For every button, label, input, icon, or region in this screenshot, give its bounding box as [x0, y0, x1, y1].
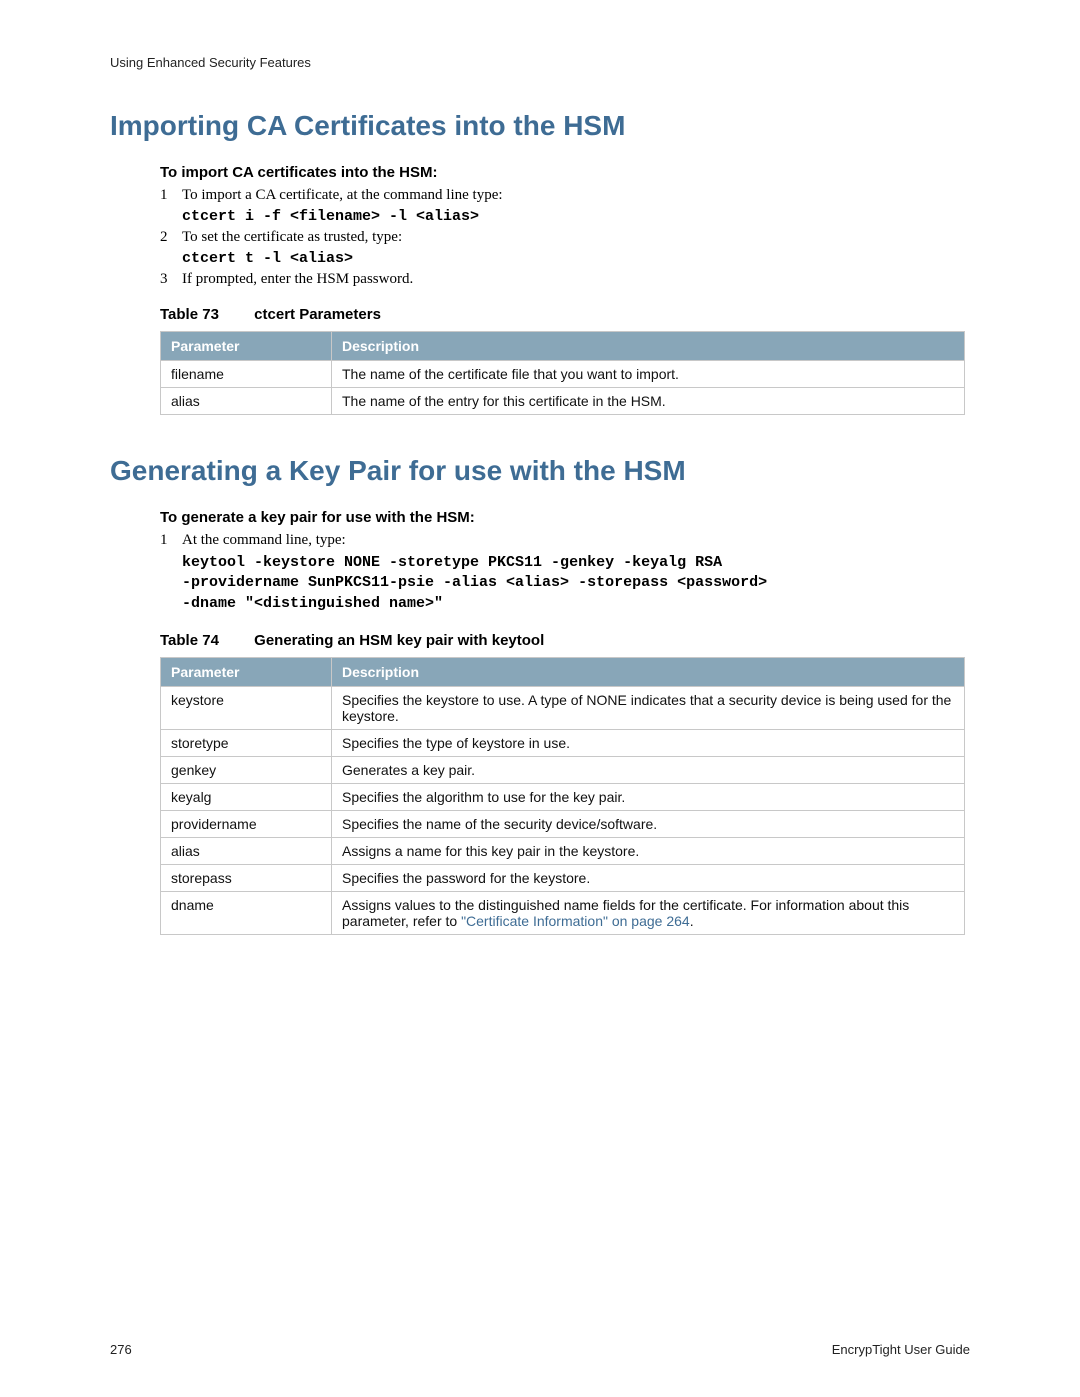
page: Using Enhanced Security Features Importi… — [0, 0, 1080, 1397]
th-parameter: Parameter — [161, 332, 332, 361]
cell-desc: Generates a key pair. — [332, 756, 965, 783]
section-heading-generating: Generating a Key Pair for use with the H… — [110, 455, 970, 487]
cell-param: dname — [161, 891, 332, 934]
cell-param: filename — [161, 361, 332, 388]
cell-desc: The name of the entry for this certifica… — [332, 388, 965, 415]
running-header: Using Enhanced Security Features — [110, 55, 970, 70]
th-parameter: Parameter — [161, 657, 332, 686]
table-title: Generating an HSM key pair with keytool — [254, 632, 544, 649]
table-row: storepass Specifies the password for the… — [161, 864, 965, 891]
code-ctcert-import: ctcert i -f <filename> -l <alias> — [182, 208, 970, 225]
page-number: 276 — [110, 1342, 132, 1357]
cross-reference-link[interactable]: "Certificate Information" on page 264 — [461, 913, 690, 929]
cell-desc: The name of the certificate file that yo… — [332, 361, 965, 388]
step-3: 3 If prompted, enter the HSM password. — [160, 271, 970, 288]
step-text: At the command line, type: — [182, 532, 970, 549]
cell-desc: Specifies the keystore to use. A type of… — [332, 686, 965, 729]
table-ctcert-parameters: Parameter Description filename The name … — [160, 331, 965, 415]
cell-desc: Specifies the algorithm to use for the k… — [332, 783, 965, 810]
dname-text-post: . — [690, 913, 694, 929]
table-header-row: Parameter Description — [161, 332, 965, 361]
doc-title: EncrypTight User Guide — [832, 1342, 970, 1357]
table-row: alias The name of the entry for this cer… — [161, 388, 965, 415]
table-keytool-parameters: Parameter Description keystore Specifies… — [160, 657, 965, 935]
th-description: Description — [332, 657, 965, 686]
page-footer: 276 EncrypTight User Guide — [110, 1342, 970, 1357]
cell-param: genkey — [161, 756, 332, 783]
section-heading-importing: Importing CA Certificates into the HSM — [110, 110, 970, 142]
step-number: 1 — [160, 532, 182, 549]
step-number: 3 — [160, 271, 182, 288]
step-1: 1 To import a CA certificate, at the com… — [160, 187, 970, 204]
cell-param: storetype — [161, 729, 332, 756]
procedure-intro-2: To generate a key pair for use with the … — [160, 509, 970, 526]
cell-desc: Specifies the name of the security devic… — [332, 810, 965, 837]
cell-param: providername — [161, 810, 332, 837]
step-number: 1 — [160, 187, 182, 204]
procedure-intro-1: To import CA certificates into the HSM: — [160, 164, 970, 181]
table-header-row: Parameter Description — [161, 657, 965, 686]
table-row: keyalg Specifies the algorithm to use fo… — [161, 783, 965, 810]
step-number: 2 — [160, 229, 182, 246]
code-keytool: keytool -keystore NONE -storetype PKCS11… — [182, 553, 970, 614]
table-row: alias Assigns a name for this key pair i… — [161, 837, 965, 864]
table-73-caption: Table 73 ctcert Parameters — [160, 306, 970, 323]
table-number: Table 74 — [160, 632, 250, 649]
code-ctcert-trust: ctcert t -l <alias> — [182, 250, 970, 267]
cell-desc: Assigns a name for this key pair in the … — [332, 837, 965, 864]
table-row: filename The name of the certificate fil… — [161, 361, 965, 388]
table-row: dname Assigns values to the distinguishe… — [161, 891, 965, 934]
table-title: ctcert Parameters — [254, 306, 381, 323]
th-description: Description — [332, 332, 965, 361]
table-row: storetype Specifies the type of keystore… — [161, 729, 965, 756]
table-row: keystore Specifies the keystore to use. … — [161, 686, 965, 729]
table-row: providername Specifies the name of the s… — [161, 810, 965, 837]
step-text: If prompted, enter the HSM password. — [182, 271, 970, 288]
cell-desc-dname: Assigns values to the distinguished name… — [332, 891, 965, 934]
cell-param: alias — [161, 837, 332, 864]
table-number: Table 73 — [160, 306, 250, 323]
step-1-gen: 1 At the command line, type: — [160, 532, 970, 549]
table-row: genkey Generates a key pair. — [161, 756, 965, 783]
table-74-caption: Table 74 Generating an HSM key pair with… — [160, 632, 970, 649]
step-text: To import a CA certificate, at the comma… — [182, 187, 970, 204]
cell-param: alias — [161, 388, 332, 415]
cell-param: keyalg — [161, 783, 332, 810]
cell-param: keystore — [161, 686, 332, 729]
cell-desc: Specifies the password for the keystore. — [332, 864, 965, 891]
cell-desc: Specifies the type of keystore in use. — [332, 729, 965, 756]
step-text: To set the certificate as trusted, type: — [182, 229, 970, 246]
step-2: 2 To set the certificate as trusted, typ… — [160, 229, 970, 246]
cell-param: storepass — [161, 864, 332, 891]
